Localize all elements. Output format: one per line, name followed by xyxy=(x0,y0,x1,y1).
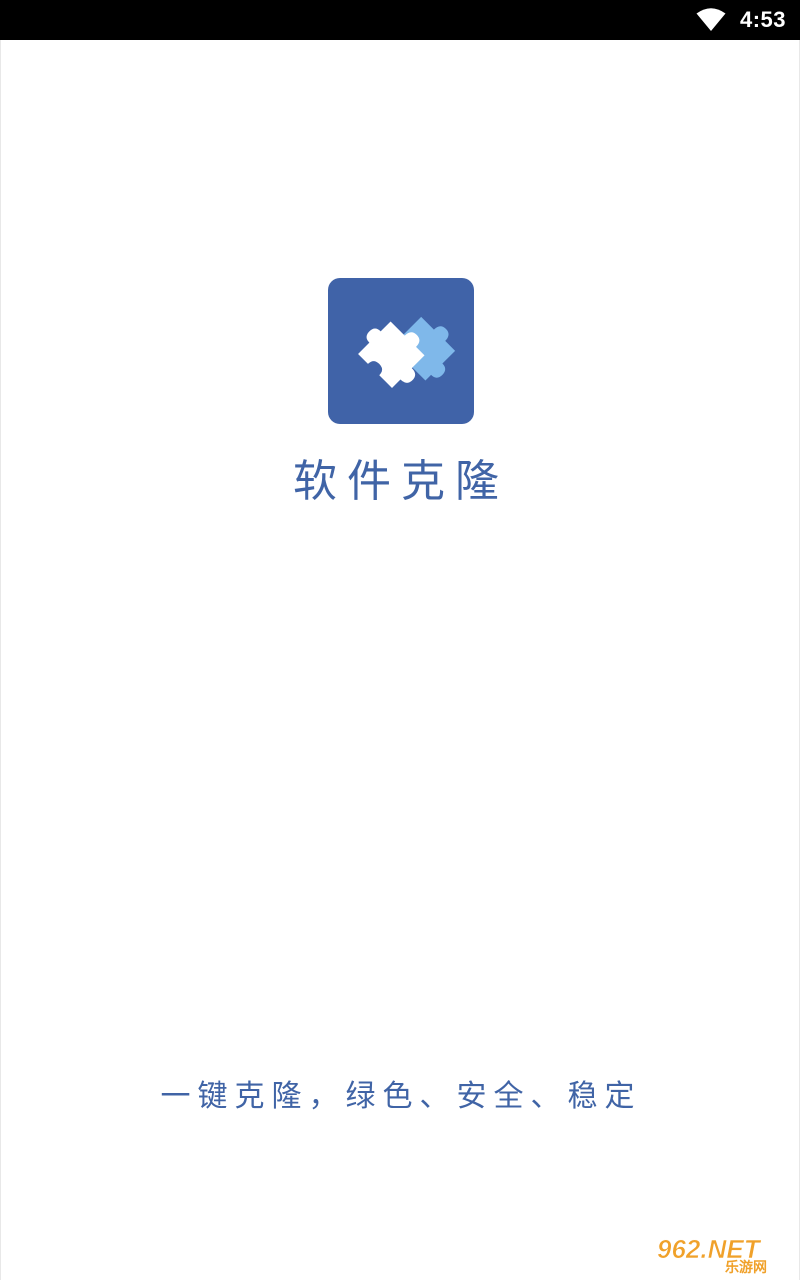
status-bar-right: 4:53 xyxy=(696,0,786,40)
wifi-icon xyxy=(696,8,726,31)
app-slogan: 一键克隆，绿色、安全、稳定 xyxy=(160,1079,642,1114)
status-bar: 4:53 xyxy=(0,0,800,40)
svg-text:乐游网: 乐游网 xyxy=(725,1259,767,1274)
puzzle-piece-icon xyxy=(328,278,474,424)
status-time: 4:53 xyxy=(739,7,786,32)
watermark-logo: 962.NET 乐游网 xyxy=(655,1234,791,1274)
splash-screen: 软件克隆 一键克隆，绿色、安全、稳定 962.NET 乐游网 xyxy=(0,40,800,1280)
app-title: 软件克隆 xyxy=(293,456,509,507)
